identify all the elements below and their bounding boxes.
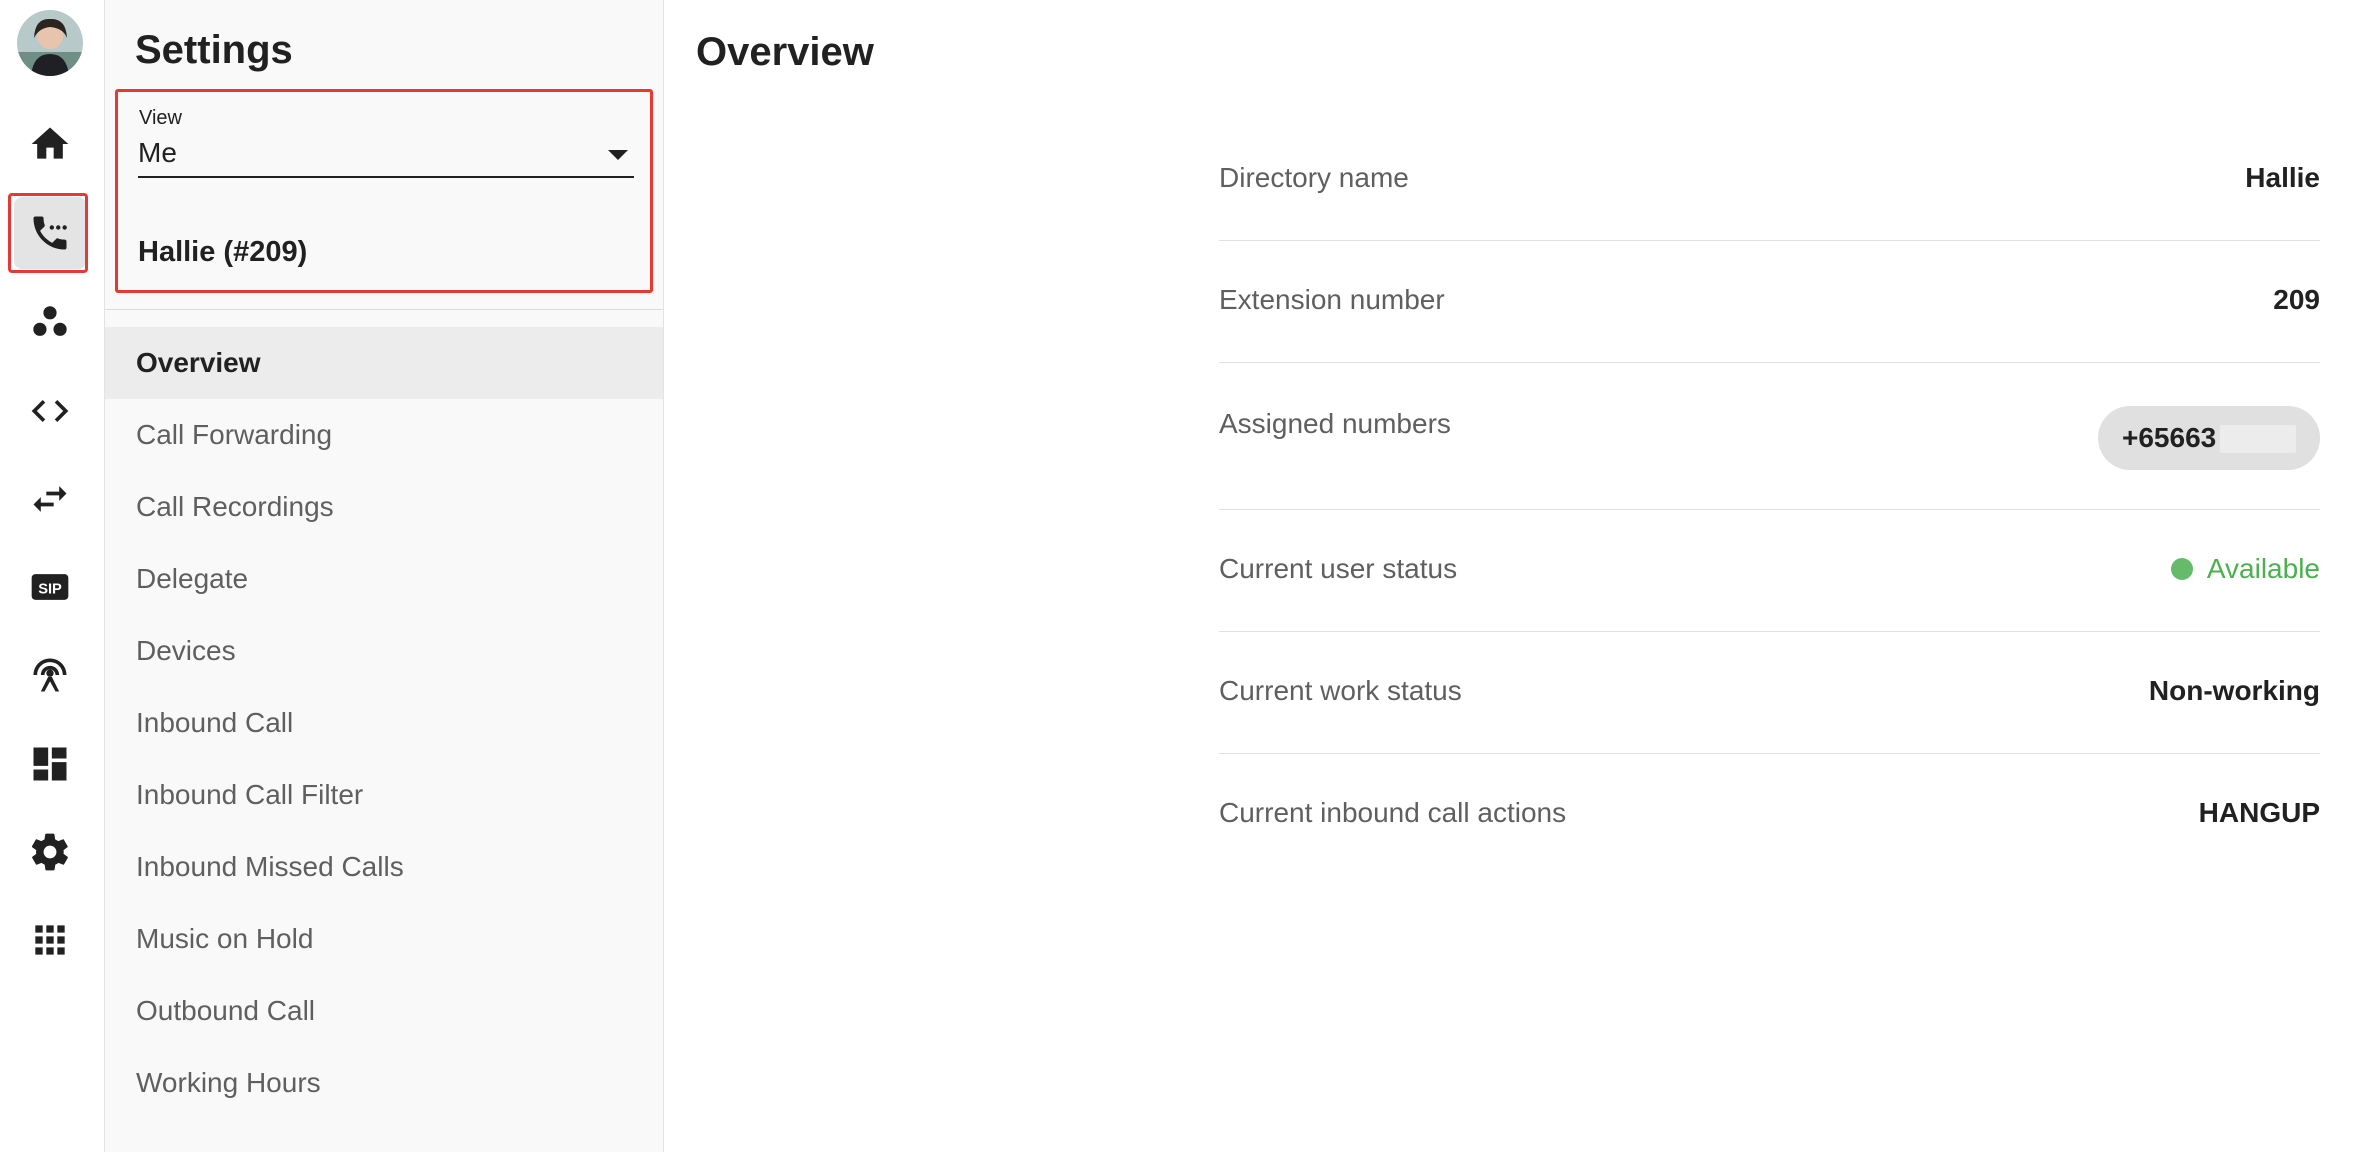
menu-item-inbound-missed-calls[interactable]: Inbound Missed Calls — [105, 831, 663, 903]
view-select-value: Me — [138, 137, 177, 168]
settings-title: Settings — [135, 28, 293, 72]
detail-row-inbound-call-actions: Current inbound call actions HANGUP — [1219, 753, 2320, 875]
view-selector-group: View Me Hallie (#209) — [115, 89, 653, 293]
menu-item-working-hours[interactable]: Working Hours — [105, 1047, 663, 1119]
detail-label: Current work status — [1219, 675, 1462, 706]
assigned-number-text: +65663 — [2122, 422, 2217, 453]
detail-label: Directory name — [1219, 162, 1409, 193]
app-nav-rail: SIP — [0, 0, 105, 1152]
assigned-number-chip[interactable]: +65663 — [2098, 406, 2320, 470]
page-title: Overview — [696, 30, 874, 74]
user-avatar[interactable] — [17, 10, 83, 76]
view-select[interactable]: Me — [138, 134, 634, 178]
menu-item-overview[interactable]: Overview — [105, 327, 663, 399]
menu-item-inbound-call[interactable]: Inbound Call — [105, 687, 663, 759]
sip-icon[interactable]: SIP — [14, 551, 86, 623]
menu-item-music-on-hold[interactable]: Music on Hold — [105, 903, 663, 975]
detail-value: HANGUP — [2198, 797, 2320, 828]
apps-grid-icon[interactable] — [14, 904, 86, 976]
detail-label: Current user status — [1219, 553, 1458, 584]
menu-item-delegate[interactable]: Delegate — [105, 543, 663, 615]
menu-item-outbound-call[interactable]: Outbound Call — [105, 975, 663, 1047]
broadcast-antenna-icon[interactable] — [14, 639, 86, 711]
current-user-label: Hallie (#209) — [138, 236, 308, 268]
settings-gear-icon[interactable] — [14, 816, 86, 888]
detail-label: Current inbound call actions — [1219, 797, 1567, 828]
dropdown-caret-icon — [608, 150, 628, 160]
status-dot-icon — [2170, 558, 2193, 580]
svg-text:SIP: SIP — [38, 581, 62, 597]
detail-label: Extension number — [1219, 284, 1445, 315]
menu-item-devices[interactable]: Devices — [105, 615, 663, 687]
status-badge: Available — [2170, 553, 2320, 585]
detail-row-assigned-numbers: Assigned numbers +65663 — [1219, 362, 2320, 510]
settings-menu: Overview Call Forwarding Call Recordings… — [105, 327, 663, 1119]
detail-value: 209 — [2273, 284, 2320, 315]
detail-row-extension-number: Extension number 209 — [1219, 240, 2320, 363]
rail-highlight-box — [8, 193, 88, 273]
swap-arrows-icon[interactable] — [14, 463, 86, 535]
menu-item-call-recordings[interactable]: Call Recordings — [105, 471, 663, 543]
redacted-digits — [2220, 425, 2296, 453]
detail-value: Hallie — [2245, 162, 2320, 193]
menu-item-call-forwarding[interactable]: Call Forwarding — [105, 399, 663, 471]
people-group-icon[interactable] — [14, 286, 86, 358]
detail-row-current-work-status: Current work status Non-working — [1219, 631, 2320, 754]
detail-label: Assigned numbers — [1219, 408, 1451, 439]
status-text: Available — [2206, 553, 2320, 584]
panel-divider — [105, 309, 663, 310]
code-brackets-icon[interactable] — [14, 375, 86, 447]
detail-row-current-user-status: Current user status Available — [1219, 509, 2320, 632]
detail-row-directory-name: Directory name Hallie — [1219, 160, 2320, 241]
view-label: View — [139, 107, 182, 129]
menu-item-inbound-call-filter[interactable]: Inbound Call Filter — [105, 759, 663, 831]
dashboard-icon[interactable] — [14, 728, 86, 800]
settings-panel: Settings View Me Hallie (#209) Overview … — [105, 0, 664, 1152]
home-icon[interactable] — [14, 108, 86, 180]
detail-value: Non-working — [2148, 675, 2320, 706]
